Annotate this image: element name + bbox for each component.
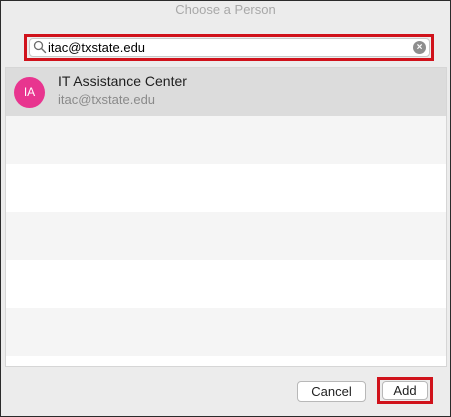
contact-name: IT Assistance Center xyxy=(58,73,187,89)
empty-row xyxy=(6,260,446,308)
cancel-button[interactable]: Cancel xyxy=(297,381,366,402)
avatar: IA xyxy=(14,77,45,108)
empty-row xyxy=(6,164,446,212)
search-icon xyxy=(33,40,47,54)
choose-person-dialog: Choose a Person × IA IT Assistance Cente… xyxy=(0,0,451,417)
empty-row xyxy=(6,356,446,366)
search-input[interactable] xyxy=(48,39,408,56)
contact-email: itac@txstate.edu xyxy=(58,92,156,107)
search-field[interactable]: × xyxy=(29,38,430,57)
empty-row xyxy=(6,116,446,164)
empty-row xyxy=(6,308,446,356)
clear-icon[interactable]: × xyxy=(413,41,426,54)
dialog-title: Choose a Person xyxy=(175,2,276,17)
empty-row xyxy=(6,212,446,260)
add-button[interactable]: Add xyxy=(382,381,428,400)
people-list: IA IT Assistance Center itac@txstate.edu xyxy=(5,67,447,367)
list-item[interactable]: IA IT Assistance Center itac@txstate.edu xyxy=(6,68,446,116)
